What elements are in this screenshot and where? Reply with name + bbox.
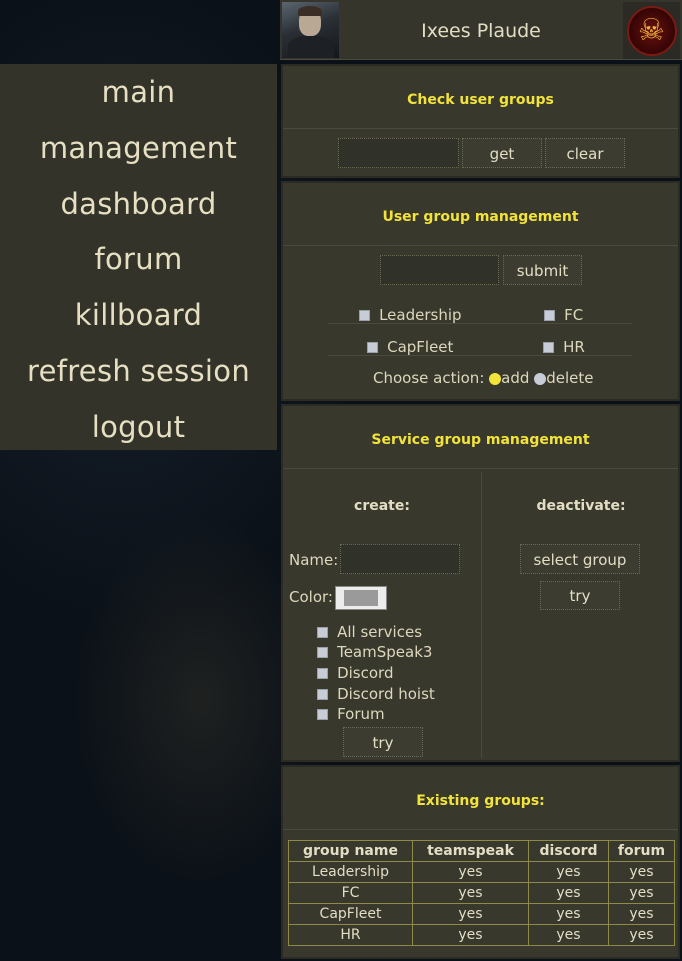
fc-label: FC [564,306,584,324]
nav-killboard[interactable]: killboard [0,293,277,349]
teamspeak3-label: TeamSpeak3 [337,643,433,661]
get-button[interactable]: get [462,138,542,168]
column-header-discord: discord [528,840,609,862]
forum-checkbox[interactable] [317,709,328,720]
group-name-cell: FC [288,882,413,904]
group-option-fc[interactable]: FC [544,305,583,324]
check-user-groups-title: Check user groups [407,92,554,108]
submit-button[interactable]: submit [503,255,582,285]
deactivate-try-button[interactable]: try [540,581,620,610]
user-group-input[interactable] [380,255,499,285]
choose-action-row: Choose action: add delete [373,369,593,387]
discord-label: Discord [337,664,394,682]
delete-label: delete [546,369,594,387]
service-option-discord-hoist[interactable]: Discord hoist [317,684,435,703]
forum-cell: yes [608,903,675,925]
discord-hoist-label: Discord hoist [337,685,435,703]
column-header-forum: forum [608,840,675,862]
add-label: add [501,369,530,387]
nav-refresh-session[interactable]: refresh session [0,349,277,405]
service-option-all[interactable]: All services [317,622,422,641]
teamspeak3-checkbox[interactable] [317,647,328,658]
nav-management[interactable]: management [0,126,277,182]
teamspeak-cell: yes [412,882,529,904]
service-option-teamspeak3[interactable]: TeamSpeak3 [317,642,432,661]
service-group-management-title: Service group management [371,432,590,448]
user-group-management-panel: User group management submit Leadership … [281,181,680,401]
table-row: HR yes yes yes [288,924,675,946]
discord-hoist-checkbox[interactable] [317,689,328,700]
hr-checkbox[interactable] [543,342,554,353]
leadership-label: Leadership [379,306,462,324]
forum-service-label: Forum [337,705,385,723]
nav-main[interactable]: main [0,70,277,126]
table-row: Leadership yes yes yes [288,861,675,883]
nav-dashboard[interactable]: dashboard [0,182,277,238]
delete-radio[interactable] [534,372,547,385]
add-radio[interactable] [489,372,502,385]
existing-groups-panel: Existing groups: group name teamspeak di… [281,765,680,959]
service-option-discord[interactable]: Discord [317,663,393,682]
group-name-cell: CapFleet [288,903,413,925]
service-group-management-panel: Service group management create: deactiv… [281,404,680,762]
group-option-capfleet[interactable]: CapFleet [367,337,453,356]
group-name-cell: HR [288,924,413,946]
group-option-leadership[interactable]: Leadership [359,305,462,324]
name-label: Name: [289,551,339,569]
corp-logo[interactable]: ☠ [623,2,680,59]
column-header-teamspeak: teamspeak [412,840,529,862]
existing-groups-title: Existing groups: [416,793,545,809]
service-name-input[interactable] [340,544,460,574]
group-option-hr[interactable]: HR [543,337,585,356]
discord-checkbox[interactable] [317,668,328,679]
discord-cell: yes [528,903,609,925]
hr-label: HR [563,338,585,356]
username: Ixees Plaude [421,20,541,42]
capfleet-checkbox[interactable] [367,342,378,353]
discord-cell: yes [528,861,609,883]
create-heading: create: [354,498,410,514]
capfleet-label: CapFleet [387,338,454,356]
user-group-management-title: User group management [382,209,579,225]
choose-action-label: Choose action: [373,369,485,387]
sidebar-nav: main management dashboard forum killboar… [0,64,277,450]
character-avatar[interactable] [282,2,339,58]
all-services-label: All services [337,623,423,641]
discord-cell: yes [528,882,609,904]
forum-cell: yes [608,861,675,883]
check-user-groups-panel: Check user groups get clear [281,64,680,178]
leadership-checkbox[interactable] [359,310,370,321]
discord-cell: yes [528,924,609,946]
table-row: CapFleet yes yes yes [288,903,675,925]
skull-logo-icon: ☠ [626,5,677,56]
service-option-forum[interactable]: Forum [317,704,385,723]
group-name-cell: Leadership [288,861,413,883]
column-header-group-name: group name [288,840,413,862]
fc-checkbox[interactable] [544,310,555,321]
nav-logout[interactable]: logout [0,405,277,461]
nav-forum[interactable]: forum [0,237,277,293]
table-row: FC yes yes yes [288,882,675,904]
create-try-button[interactable]: try [343,727,423,757]
select-group-dropdown[interactable]: select group [520,544,640,574]
deactivate-heading: deactivate: [536,498,626,514]
forum-cell: yes [608,882,675,904]
teamspeak-cell: yes [412,924,529,946]
top-bar: Ixees Plaude ☠ [280,0,682,60]
clear-button[interactable]: clear [545,138,625,168]
forum-cell: yes [608,924,675,946]
check-user-input[interactable] [338,138,459,168]
color-label: Color: [289,588,333,606]
table-header-row: group name teamspeak discord forum [288,840,675,862]
color-picker[interactable] [335,586,387,610]
teamspeak-cell: yes [412,903,529,925]
existing-groups-table: group name teamspeak discord forum Leade… [288,840,675,946]
all-services-checkbox[interactable] [317,627,328,638]
teamspeak-cell: yes [412,861,529,883]
